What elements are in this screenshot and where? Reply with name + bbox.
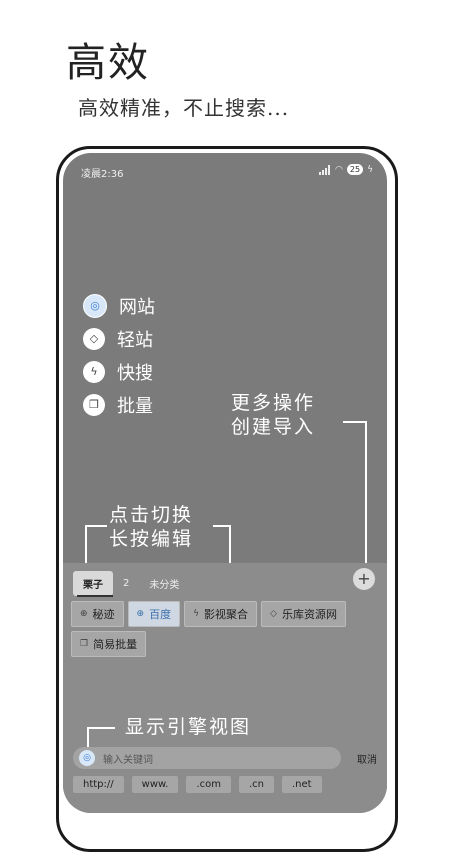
suffix-button[interactable]: .com <box>186 776 231 793</box>
globe-icon: ◎ <box>83 293 107 318</box>
globe-icon[interactable]: ◎ <box>79 750 95 766</box>
status-time: 凌晨2:36 <box>81 169 124 180</box>
signal-icon <box>319 164 331 175</box>
annotation-line <box>85 525 107 527</box>
annotation-line <box>87 727 115 729</box>
annotation-line <box>85 525 87 563</box>
engine-chip[interactable]: ϟ 影视聚合 <box>184 601 258 627</box>
menu-item-website[interactable]: ◎ 网站 <box>83 289 155 322</box>
copy-icon: ❐ <box>83 393 105 416</box>
annotation-engine-view: 显示引擎视图 <box>125 716 252 738</box>
cube-icon: ◇ <box>270 609 277 619</box>
annotation-line <box>365 421 367 565</box>
bottom-panel: 栗子 2 未分类 + ⊕ 秘迹 ⊕ 百度 ϟ 影视聚合 ◇ 乐库资源网 ❐ 简易批量 显示… <box>63 563 387 813</box>
suffix-button[interactable]: .net <box>282 776 322 793</box>
globe-icon: ⊕ <box>136 609 145 619</box>
tab-lizi[interactable]: 栗子 <box>73 571 113 596</box>
add-button[interactable]: + <box>353 568 375 590</box>
annotation-more-ops: 更多操作 创建导入 <box>231 392 316 438</box>
globe-icon: ⊕ <box>80 609 88 619</box>
bolt-icon: ϟ <box>83 360 105 383</box>
tab-uncategorized[interactable]: 未分类 <box>139 571 189 596</box>
menu-item-label: 轻站 <box>117 329 153 351</box>
copy-icon: ❐ <box>80 639 89 649</box>
group-tabs: 栗子 2 未分类 <box>73 571 189 596</box>
annotation-line <box>87 727 89 747</box>
menu-item-label: 网站 <box>119 296 155 318</box>
search-type-menu: ◎ 网站 ◇ 轻站 ϟ 快搜 ❐ 批量 <box>83 289 155 421</box>
annotation-line <box>343 421 367 423</box>
hero-title: 高效 <box>66 40 150 86</box>
cancel-button[interactable]: 取消 <box>357 751 377 766</box>
menu-item-light-site[interactable]: ◇ 轻站 <box>83 322 155 355</box>
menu-item-label: 批量 <box>117 395 153 417</box>
menu-item-label: 快搜 <box>117 362 153 384</box>
cube-icon: ◇ <box>83 327 105 350</box>
battery-icon: 25 <box>346 164 364 175</box>
engine-chip[interactable]: ❐ 简易批量 <box>71 631 147 657</box>
hero-subtitle: 高效精准，不止搜索... <box>78 96 290 120</box>
wifi-icon: ◠ <box>335 164 343 175</box>
search-input[interactable]: 输入关键词 <box>103 751 153 766</box>
suffix-button[interactable]: http:// <box>73 776 124 793</box>
engine-chips: ⊕ 秘迹 ⊕ 百度 ϟ 影视聚合 ◇ 乐库资源网 ❐ 简易批量 <box>71 601 383 657</box>
engine-chip-selected[interactable]: ⊕ 百度 <box>127 601 181 627</box>
suffix-button[interactable]: www. <box>131 776 179 793</box>
status-bar: 凌晨2:36 ◠ 25 ϟ <box>81 163 373 180</box>
engine-chip[interactable]: ⊕ 秘迹 <box>71 601 124 627</box>
annotation-tap: 点击切换 长按编辑 <box>109 504 194 550</box>
menu-item-batch[interactable]: ❐ 批量 <box>83 388 155 421</box>
engine-chip[interactable]: ◇ 乐库资源网 <box>261 601 346 627</box>
charging-icon: ϟ <box>367 164 373 175</box>
tab-2[interactable]: 2 <box>113 573 139 594</box>
suffix-shortcuts: http:// www. .com .cn .net <box>73 776 322 793</box>
search-bar[interactable]: ◎ 输入关键词 <box>73 747 341 769</box>
active-tab-indicator <box>77 595 113 597</box>
suffix-button[interactable]: .cn <box>238 776 274 793</box>
phone-screen: 凌晨2:36 ◠ 25 ϟ ◎ 网站 ◇ 轻站 ϟ 快搜 ❐ 批量 更多操作 创… <box>63 153 387 813</box>
menu-item-quick-search[interactable]: ϟ 快搜 <box>83 355 155 388</box>
bolt-icon: ϟ <box>193 609 200 619</box>
